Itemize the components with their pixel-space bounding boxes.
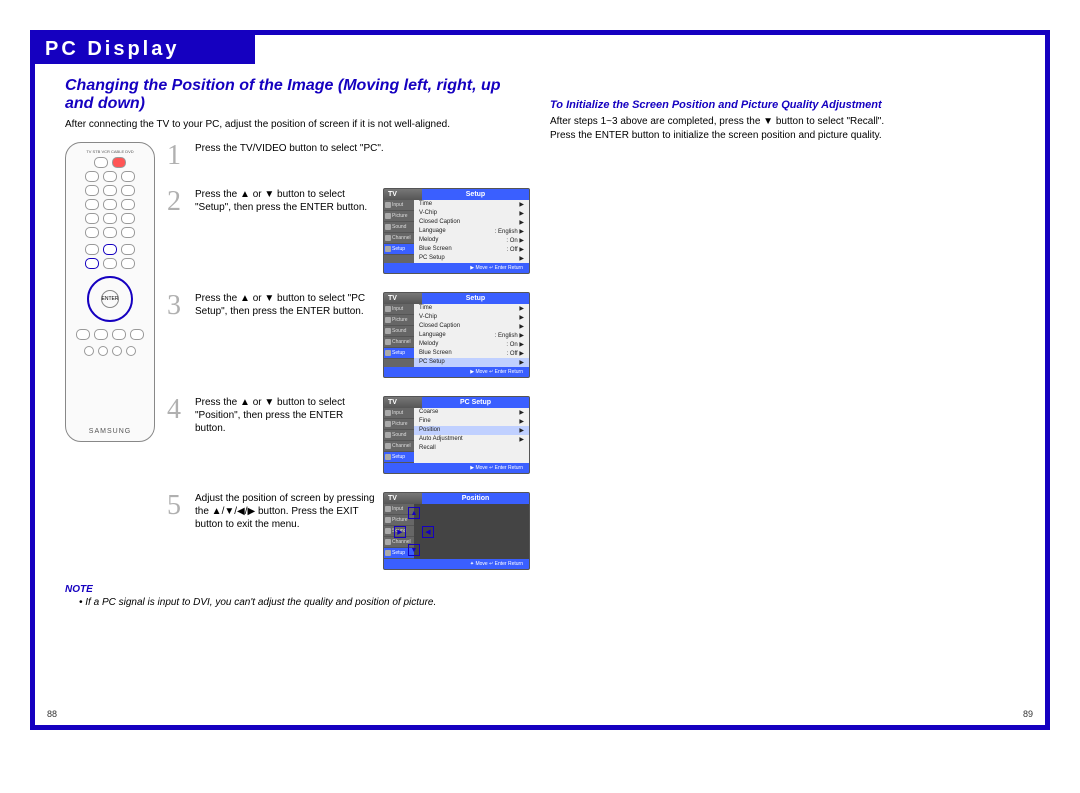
step-text: Press the ▲ or ▼ button to select "PC Se… — [195, 292, 375, 318]
right-icon: ▶ — [394, 526, 406, 538]
intro-text: After connecting the TV to your PC, adju… — [65, 119, 530, 130]
step-number: 1 — [167, 142, 187, 170]
page-number-left: 88 — [47, 709, 57, 719]
steps-column: 1 Press the TV/VIDEO button to select "P… — [167, 142, 530, 570]
step-3: 3 Press the ▲ or ▼ button to select "PC … — [167, 292, 530, 378]
two-page-spread: Changing the Position of the Image (Movi… — [35, 64, 1045, 724]
step-number: 2 — [167, 188, 187, 216]
osd-setup-2: TVSetup Input Picture Sound Channel Setu… — [383, 292, 530, 378]
osd-setup-1: TVSetup Input Picture Sound Channel Setu… — [383, 188, 530, 274]
left-icon: ◀ — [422, 526, 434, 538]
section-header: PC Display — [35, 35, 255, 64]
remote-top-labels: TV STB VCR CABLE DVD — [86, 149, 133, 154]
right-page: To Initialize the Screen Position and Pi… — [540, 64, 1025, 724]
note-text: • If a PC signal is input to DVI, you ca… — [79, 597, 530, 608]
step-text: Press the ▲ or ▼ button to select "Posit… — [195, 396, 375, 435]
remote-enter-button: ENTER — [101, 290, 119, 308]
steps-area: TV STB VCR CABLE DVD ENTER SAMSUNG — [65, 142, 530, 570]
down-icon: ▼ — [408, 544, 420, 556]
osd-position: TVPosition Input Picture Sound Channel S… — [383, 492, 530, 570]
page-subheading: Changing the Position of the Image (Movi… — [65, 77, 530, 113]
note-label: NOTE — [65, 584, 530, 595]
up-icon: ▲ — [408, 507, 420, 519]
right-body-1: After steps 1~3 above are completed, pre… — [550, 115, 1015, 129]
page-number-right: 89 — [1023, 709, 1033, 719]
remote-navigation-ring: ENTER — [87, 276, 133, 322]
document-frame: PC Display Changing the Position of the … — [30, 30, 1050, 730]
step-number: 4 — [167, 396, 187, 424]
remote-illustration: TV STB VCR CABLE DVD ENTER SAMSUNG — [65, 142, 155, 442]
remote-brand: SAMSUNG — [89, 428, 131, 435]
step-text: Adjust the position of screen by pressin… — [195, 492, 375, 531]
left-page: Changing the Position of the Image (Movi… — [55, 64, 540, 724]
right-body-2: Press the ENTER button to initialize the… — [550, 129, 1015, 143]
osd-pcsetup: TVPC Setup Input Picture Sound Channel S… — [383, 396, 530, 474]
step-4: 4 Press the ▲ or ▼ button to select "Pos… — [167, 396, 530, 474]
step-text: Press the ▲ or ▼ button to select "Setup… — [195, 188, 375, 214]
step-5: 5 Adjust the position of screen by press… — [167, 492, 530, 570]
right-subheading: To Initialize the Screen Position and Pi… — [550, 99, 1015, 111]
step-text: Press the TV/VIDEO button to select "PC"… — [195, 142, 530, 155]
step-1: 1 Press the TV/VIDEO button to select "P… — [167, 142, 530, 170]
step-2: 2 Press the ▲ or ▼ button to select "Set… — [167, 188, 530, 274]
step-number: 3 — [167, 292, 187, 320]
step-number: 5 — [167, 492, 187, 520]
